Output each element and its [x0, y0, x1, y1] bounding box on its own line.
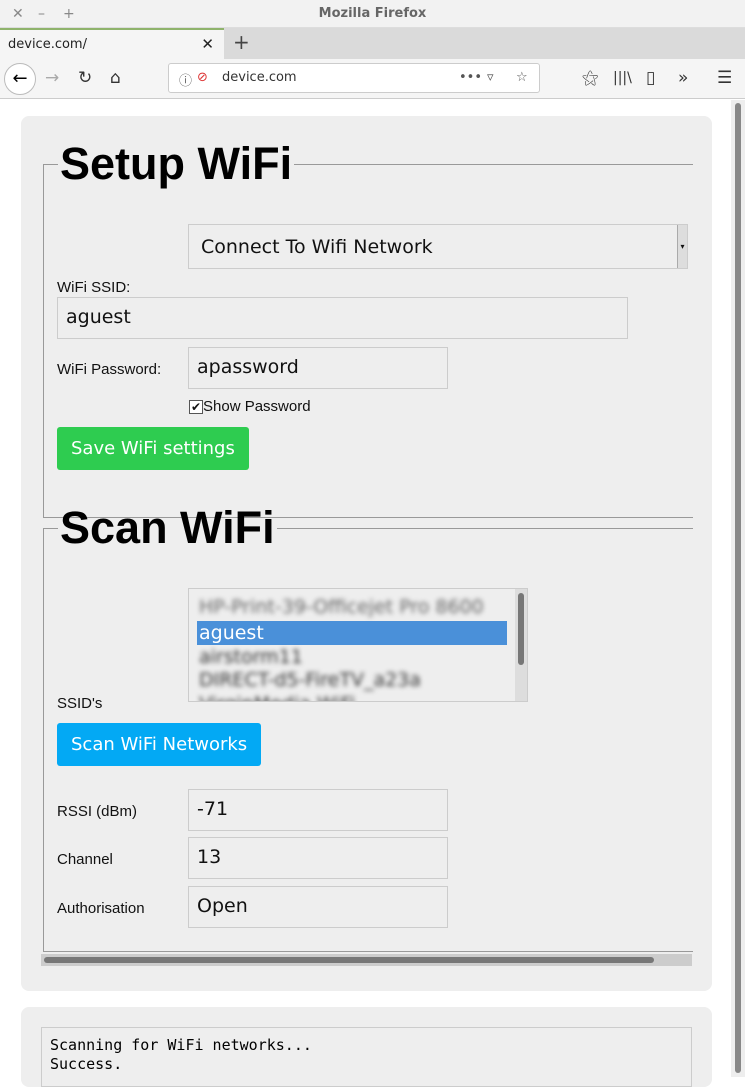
page-scrollbar[interactable]: [731, 100, 745, 1077]
ssid-option[interactable]: HP-Print-39-Officejet Pro 8600: [197, 595, 507, 619]
setup-heading: Setup WiFi: [60, 138, 293, 189]
ssid-label: WiFi SSID:: [57, 279, 131, 296]
log-output: Scanning for WiFi networks... Success.: [41, 1027, 692, 1087]
password-label: WiFi Password:: [57, 361, 162, 378]
dropdown-arrow-icon: ▾: [677, 225, 687, 268]
menu-icon[interactable]: ☰: [717, 68, 732, 88]
url-text: device.com: [222, 70, 297, 85]
library-icon[interactable]: |||\: [613, 70, 632, 86]
downloads-icon[interactable]: ⚝: [582, 68, 599, 88]
close-tab-icon[interactable]: ✕: [201, 35, 214, 53]
auth-label: Authorisation: [57, 900, 145, 917]
list-scrollbar[interactable]: [515, 589, 527, 701]
overflow-icon[interactable]: »: [678, 68, 688, 88]
auth-field: Open: [188, 886, 448, 928]
nav-bar: ← → ↻ ⌂ ⓘ ⊘ device.com ••• ▿ ☆ ⚝ |||\ ▯ …: [0, 59, 745, 99]
mode-select[interactable]: Connect To Wifi Network ▾: [188, 224, 688, 269]
info-icon[interactable]: ⓘ: [179, 70, 192, 89]
rssi-label: RSSI (dBm): [57, 803, 138, 820]
title-bar: ✕ – + Mozilla Firefox: [0, 0, 745, 28]
channel-label: Channel: [57, 851, 113, 868]
scan-heading: Scan WiFi: [60, 502, 275, 553]
new-tab-icon[interactable]: +: [233, 30, 250, 54]
ssid-option[interactable]: VirginMedia WiFi: [197, 692, 507, 701]
tab-bar: device.com/ ✕ +: [0, 28, 745, 59]
log-panel: Scanning for WiFi networks... Success.: [21, 1007, 712, 1087]
tab-device[interactable]: device.com/ ✕: [0, 28, 224, 59]
show-password-label: Show Password: [203, 398, 311, 415]
insecure-lock-icon: ⊘: [197, 70, 208, 85]
tab-label: device.com/: [8, 37, 87, 52]
password-input[interactable]: apassword: [188, 347, 448, 389]
scan-wifi-button[interactable]: Scan WiFi Networks: [57, 723, 262, 766]
ssid-option[interactable]: DIRECT-d5-FireTV_a23a: [197, 668, 507, 692]
forward-icon[interactable]: →: [45, 68, 59, 88]
ssid-input[interactable]: aguest: [57, 297, 628, 339]
ssid-list[interactable]: HP-Print-39-Officejet Pro 8600 aguest ai…: [188, 588, 528, 702]
show-password-checkbox[interactable]: ✔: [189, 400, 203, 414]
horizontal-scrollbar[interactable]: [41, 954, 692, 966]
window-title: Mozilla Firefox: [318, 6, 427, 21]
back-icon[interactable]: ←: [4, 63, 36, 95]
ssids-label: SSID's: [57, 695, 103, 712]
home-icon[interactable]: ⌂: [110, 68, 121, 88]
channel-field: 13: [188, 837, 448, 879]
sidebar-icon[interactable]: ▯: [646, 68, 655, 88]
mode-select-value: Connect To Wifi Network: [201, 236, 433, 258]
ssid-option[interactable]: airstorm11: [197, 645, 507, 669]
bookmark-star-icon[interactable]: ☆: [516, 70, 528, 85]
reload-icon[interactable]: ↻: [78, 68, 92, 88]
more-icon[interactable]: •••: [459, 70, 482, 85]
wifi-panel: Setup WiFi Connect To Wifi Network ▾ WiFi…: [21, 116, 712, 991]
page-content: Setup WiFi Connect To Wifi Network ▾ WiFi…: [0, 100, 731, 1087]
pocket-icon[interactable]: ▿: [487, 70, 494, 85]
save-wifi-button[interactable]: Save WiFi settings: [57, 427, 249, 470]
address-bar[interactable]: ⓘ ⊘ device.com ••• ▿ ☆: [168, 63, 540, 93]
show-password[interactable]: ✔ Show Password: [189, 398, 311, 415]
rssi-field: -71: [188, 789, 448, 831]
ssid-option-selected[interactable]: aguest: [197, 621, 507, 645]
